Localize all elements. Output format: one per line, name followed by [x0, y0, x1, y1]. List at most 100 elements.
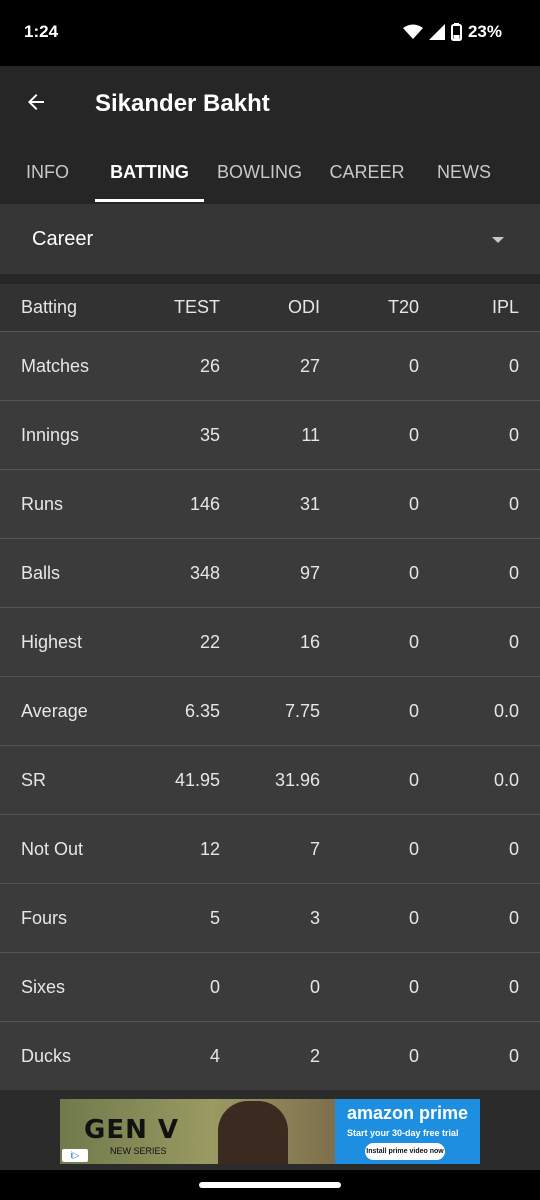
stat-value: 0.0 — [493, 769, 519, 790]
table-row: Average 6.35 7.75 0 0.0 — [0, 677, 540, 746]
stat-value: 0 — [508, 1045, 519, 1066]
tab-info[interactable]: INFO — [10, 142, 85, 204]
stat-value: 7 — [309, 838, 320, 859]
table-row: SR 41.95 31.96 0 0.0 — [0, 746, 540, 815]
ad-tagline: Start your 30-day free trial — [347, 1128, 459, 1138]
ad-portrait — [218, 1101, 288, 1164]
stat-label: Ducks — [21, 1045, 72, 1066]
table-row: Innings 35 11 0 0 — [0, 401, 540, 470]
stat-value: 0 — [408, 424, 419, 445]
stat-value: 35 — [199, 424, 220, 445]
stat-value: 146 — [189, 493, 220, 514]
gesture-nav-bar — [0, 1170, 540, 1200]
stat-value: 0 — [508, 976, 519, 997]
batting-stats-table: Batting TEST ODI T20 IPL Matches 26 27 0 0 In… — [0, 284, 540, 1091]
home-gesture-handle[interactable] — [199, 1182, 341, 1188]
stat-value: 31 — [299, 493, 320, 514]
stat-value: 0 — [508, 355, 519, 376]
ad-choices-icon[interactable]: i▷ — [62, 1149, 88, 1162]
table-body: Matches 26 27 0 0 Innings 35 11 0 0 Runs 146 31 0 0 Bal… — [0, 332, 540, 1091]
back-arrow-icon — [24, 90, 48, 119]
stat-value: 0 — [408, 700, 419, 721]
stat-value: 22 — [199, 631, 220, 652]
stat-value: 97 — [299, 562, 320, 583]
stat-value: 0 — [408, 355, 419, 376]
table-row: Ducks 4 2 0 0 — [0, 1022, 540, 1091]
stat-label: Highest — [21, 631, 83, 652]
wifi-icon — [402, 24, 423, 40]
stat-value: 5 — [209, 907, 220, 928]
stat-value: 16 — [299, 631, 320, 652]
stat-value: 0 — [408, 493, 419, 514]
ad-brand: amazon prime — [347, 1103, 469, 1123]
ad-area: GEN V NEW SERIES i▷ amazon prime Start y… — [0, 1090, 540, 1170]
stat-value: 26 — [199, 355, 220, 376]
status-bar: 1:24 23% — [0, 0, 540, 66]
table-row: Balls 348 97 0 0 — [0, 539, 540, 608]
stat-value: 0.0 — [493, 700, 519, 721]
stat-value: 12 — [199, 838, 220, 859]
ad-copy: amazon prime Start your 30-day free tria… — [335, 1099, 480, 1164]
stat-value: 0 — [408, 838, 419, 859]
stat-label: Fours — [21, 907, 68, 928]
stat-value: 7.75 — [284, 700, 320, 721]
table-row: Fours 5 3 0 0 — [0, 884, 540, 953]
stat-value: 0 — [508, 907, 519, 928]
stat-value: 0 — [508, 631, 519, 652]
stat-label: Balls — [21, 562, 61, 583]
stat-value: 6.35 — [184, 700, 220, 721]
table-row: Matches 26 27 0 0 — [0, 332, 540, 401]
header-cell: ODI — [287, 297, 320, 317]
ad-show-title: GEN V — [84, 1115, 180, 1145]
app-bar: Sikander Bakht — [0, 66, 540, 142]
stat-value: 0 — [408, 1045, 419, 1066]
stat-value: 31.96 — [274, 769, 320, 790]
page-title: Sikander Bakht — [95, 90, 270, 117]
stat-value: 41.95 — [174, 769, 220, 790]
tab-bowling[interactable]: BOWLING — [212, 142, 307, 204]
stat-value: 0 — [408, 976, 419, 997]
back-button[interactable] — [16, 84, 56, 124]
header-cell: Batting — [21, 297, 78, 317]
stat-label: Not Out — [21, 838, 84, 859]
stat-value: 348 — [189, 562, 220, 583]
stat-value: 0 — [508, 838, 519, 859]
stat-value: 0 — [408, 907, 419, 928]
stat-value: 27 — [299, 355, 320, 376]
stat-value: 0 — [408, 562, 419, 583]
ad-banner[interactable]: GEN V NEW SERIES i▷ amazon prime Start y… — [60, 1099, 480, 1164]
tab-batting[interactable]: BATTING — [95, 142, 204, 204]
stat-label: Matches — [21, 355, 90, 376]
stat-value: 0 — [309, 976, 320, 997]
tab-bar: INFO BATTING BOWLING CAREER NEWS — [0, 142, 540, 204]
section-divider — [0, 274, 540, 284]
dropdown-arrow-icon — [492, 237, 504, 243]
stat-value: 0 — [508, 493, 519, 514]
signal-icon — [428, 24, 445, 40]
stat-label: Average — [21, 700, 88, 721]
battery-icon — [450, 23, 462, 41]
header-cell: TEST — [173, 297, 220, 317]
header-cell: IPL — [491, 297, 519, 317]
stat-value: 4 — [209, 1045, 220, 1066]
stat-label: Innings — [21, 424, 80, 445]
stat-value: 0 — [408, 631, 419, 652]
stat-value: 0 — [209, 976, 220, 997]
stat-value: 0 — [408, 769, 419, 790]
tab-career[interactable]: CAREER — [322, 142, 412, 204]
battery-percent: 23% — [467, 22, 502, 41]
dropdown-selected: Career — [32, 228, 94, 250]
stat-label: SR — [21, 769, 47, 790]
career-dropdown[interactable]: Career — [0, 204, 540, 274]
stat-label: Sixes — [21, 976, 66, 997]
header-cell: T20 — [387, 297, 419, 317]
status-icons: 23% — [402, 22, 502, 42]
ad-install-button[interactable]: Install prime video now — [365, 1143, 445, 1160]
active-tab-indicator — [95, 199, 204, 202]
ad-subtitle: NEW SERIES — [110, 1146, 167, 1156]
stat-value: 0 — [508, 424, 519, 445]
table-header: Batting TEST ODI T20 IPL — [0, 284, 540, 332]
tab-news[interactable]: NEWS — [425, 142, 503, 204]
table-row: Sixes 0 0 0 0 — [0, 953, 540, 1022]
stat-value: 11 — [301, 424, 320, 445]
